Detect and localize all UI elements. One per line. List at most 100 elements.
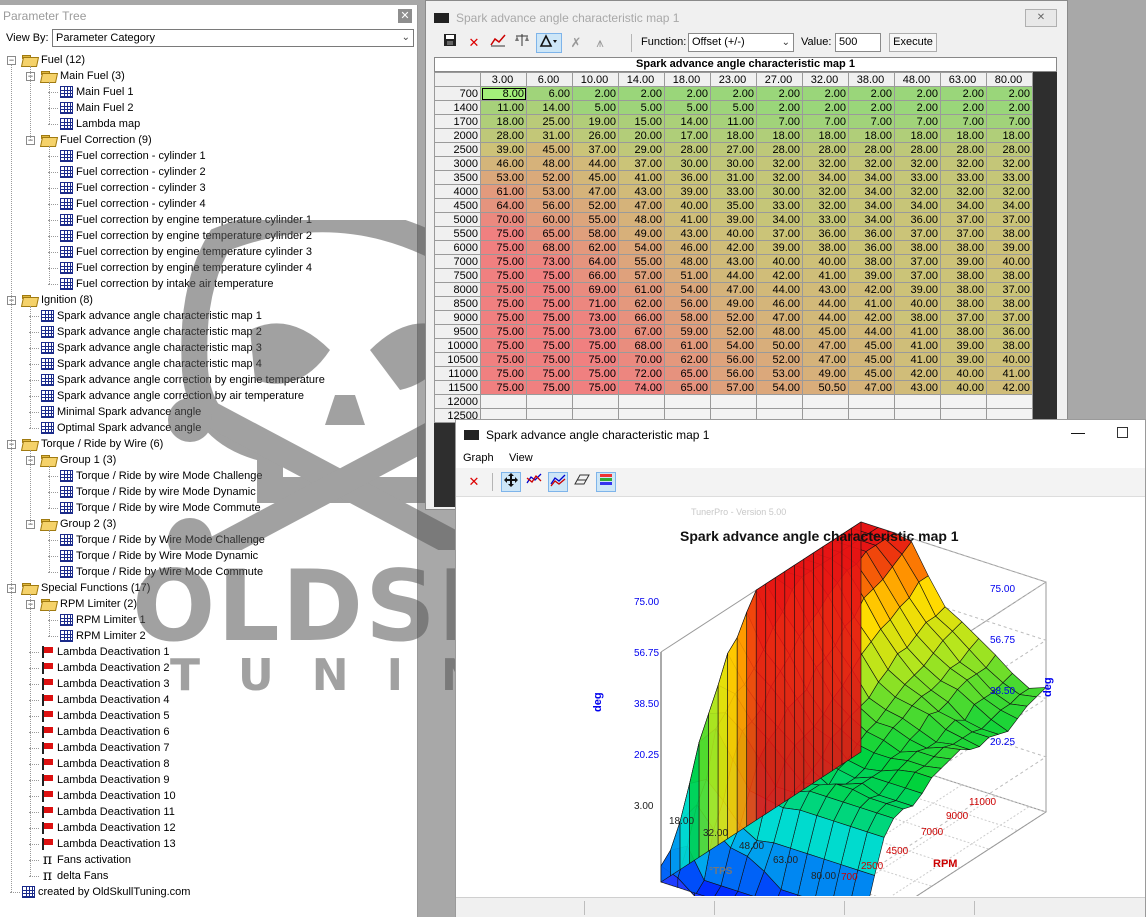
table-cell[interactable]: 17.00 [664,128,711,143]
table-cell[interactable]: 2.00 [618,86,665,101]
tree-node[interactable]: Lambda Deactivation 1 [41,644,170,660]
table-cell[interactable]: 33.00 [756,198,803,213]
table-cell[interactable]: 59.00 [664,324,711,339]
table-cell[interactable]: 7.00 [756,114,803,129]
table-cell[interactable]: 32.00 [986,184,1033,199]
table-cell[interactable]: 7.00 [848,114,895,129]
table-cell[interactable]: 53.00 [480,170,527,185]
table-cell[interactable]: 39.00 [756,240,803,255]
table-cell[interactable]: 67.00 [618,324,665,339]
table-cell[interactable]: 43.00 [894,380,941,395]
tree-node[interactable]: Lambda Deactivation 7 [41,740,170,756]
table-cell[interactable]: 55.00 [618,254,665,269]
tree-node[interactable]: Lambda Deactivation 11 [41,804,175,820]
table-cell[interactable]: 75.00 [526,380,573,395]
table-cell[interactable]: 33.00 [986,170,1033,185]
table-cell[interactable]: 41.00 [894,324,941,339]
table-cell[interactable]: 52.00 [526,170,573,185]
table-cell[interactable]: 42.00 [710,240,757,255]
tree-node[interactable]: RPM Limiter (2) [41,596,137,612]
table-cell[interactable]: 41.00 [664,212,711,227]
table-cell[interactable]: 72.00 [618,366,665,381]
table-cell[interactable]: 38.00 [940,324,987,339]
table-cell[interactable]: 30.00 [710,156,757,171]
table-cell[interactable]: 48.00 [618,212,665,227]
table-cell[interactable] [572,394,619,409]
table-cell[interactable] [848,394,895,409]
tree-node[interactable]: Spark advance angle correction by engine… [41,372,325,388]
table-cell[interactable]: 27.00 [710,142,757,157]
table-cell[interactable]: 75.00 [572,380,619,395]
table-cell[interactable]: 7.00 [986,114,1033,129]
tree-node[interactable]: created by OldSkullTuning.com [22,884,190,900]
table-cell[interactable]: 39.00 [848,268,895,283]
table-cell[interactable]: 62.00 [618,296,665,311]
table-cell[interactable]: 56.00 [664,296,711,311]
table-cell[interactable]: 18.00 [894,128,941,143]
table-cell[interactable]: 47.00 [710,282,757,297]
table-cell[interactable]: 47.00 [848,380,895,395]
table-cell[interactable]: 41.00 [894,352,941,367]
table-cell[interactable]: 75.00 [480,338,527,353]
table-cell[interactable]: 38.00 [802,240,849,255]
table-cell[interactable]: 34.00 [848,212,895,227]
table-cell[interactable]: 18.00 [986,128,1033,143]
table-cell[interactable]: 28.00 [802,142,849,157]
table-cell[interactable]: 34.00 [894,198,941,213]
table-cell[interactable]: 28.00 [756,142,803,157]
table-cell[interactable]: 31.00 [710,170,757,185]
table-cell[interactable]: 30.00 [756,184,803,199]
tree-node[interactable]: Torque / Ride by Wire Mode Commute [60,564,263,580]
table-cell[interactable]: 58.00 [664,310,711,325]
tree-node[interactable]: Lambda Deactivation 13 [41,836,176,852]
table-cell[interactable]: 47.00 [572,184,619,199]
table-cell[interactable] [894,394,941,409]
table-cell[interactable]: 36.00 [848,240,895,255]
table-cell[interactable]: 32.00 [894,184,941,199]
table-cell[interactable]: 75.00 [480,324,527,339]
tree-node[interactable]: Fuel correction - cylinder 4 [60,196,206,212]
table-cell[interactable]: 61.00 [480,184,527,199]
table-cell[interactable]: 47.00 [802,338,849,353]
table-cell[interactable]: 39.00 [940,338,987,353]
table-cell[interactable]: 29.00 [618,142,665,157]
tree-node[interactable]: Main Fuel (3) [41,68,125,84]
table-cell[interactable]: 32.00 [802,156,849,171]
table-cell[interactable]: 37.00 [940,212,987,227]
table-cell[interactable]: 26.00 [572,128,619,143]
table-cell[interactable]: 18.00 [848,128,895,143]
table-cell[interactable]: 18.00 [710,128,757,143]
tree-node[interactable]: Special Functions (17) [22,580,150,596]
table-cell[interactable] [756,394,803,409]
tree-node[interactable]: Ignition (8) [22,292,93,308]
collapse-icon[interactable]: − [7,56,16,65]
table-cell[interactable]: 42.00 [756,268,803,283]
table-cell[interactable]: 45.00 [526,142,573,157]
tree-node[interactable]: Lambda Deactivation 8 [41,756,170,772]
table-cell[interactable]: 54.00 [756,380,803,395]
table-cell[interactable]: 46.00 [664,240,711,255]
table-cell[interactable]: 28.00 [664,142,711,157]
tree-node[interactable]: Spark advance angle correction by air te… [41,388,304,404]
table-cell[interactable] [940,394,987,409]
table-cell[interactable]: 75.00 [480,352,527,367]
table-cell[interactable]: 36.00 [802,226,849,241]
table-cell[interactable]: 57.00 [710,380,757,395]
table-cell[interactable]: 5.00 [710,100,757,115]
table-cell[interactable]: 38.00 [940,268,987,283]
table-cell[interactable]: 42.00 [848,282,895,297]
table-cell[interactable]: 5.00 [664,100,711,115]
table-cell[interactable]: 28.00 [986,142,1033,157]
table-cell[interactable]: 37.00 [618,156,665,171]
table-cell[interactable]: 28.00 [894,142,941,157]
table-cell[interactable]: 40.00 [664,198,711,213]
table-cell[interactable]: 28.00 [848,142,895,157]
table-cell[interactable]: 37.00 [894,254,941,269]
tree-node[interactable]: Minimal Spark advance angle [41,404,201,420]
tree-node[interactable]: Fuel correction by engine temperature cy… [60,228,312,244]
table-cell[interactable]: 38.00 [986,338,1033,353]
tree-node[interactable]: Lambda Deactivation 12 [41,820,176,836]
table-cell[interactable]: 44.00 [802,296,849,311]
table-cell[interactable]: 32.00 [940,156,987,171]
table-cell[interactable]: 75.00 [480,226,527,241]
